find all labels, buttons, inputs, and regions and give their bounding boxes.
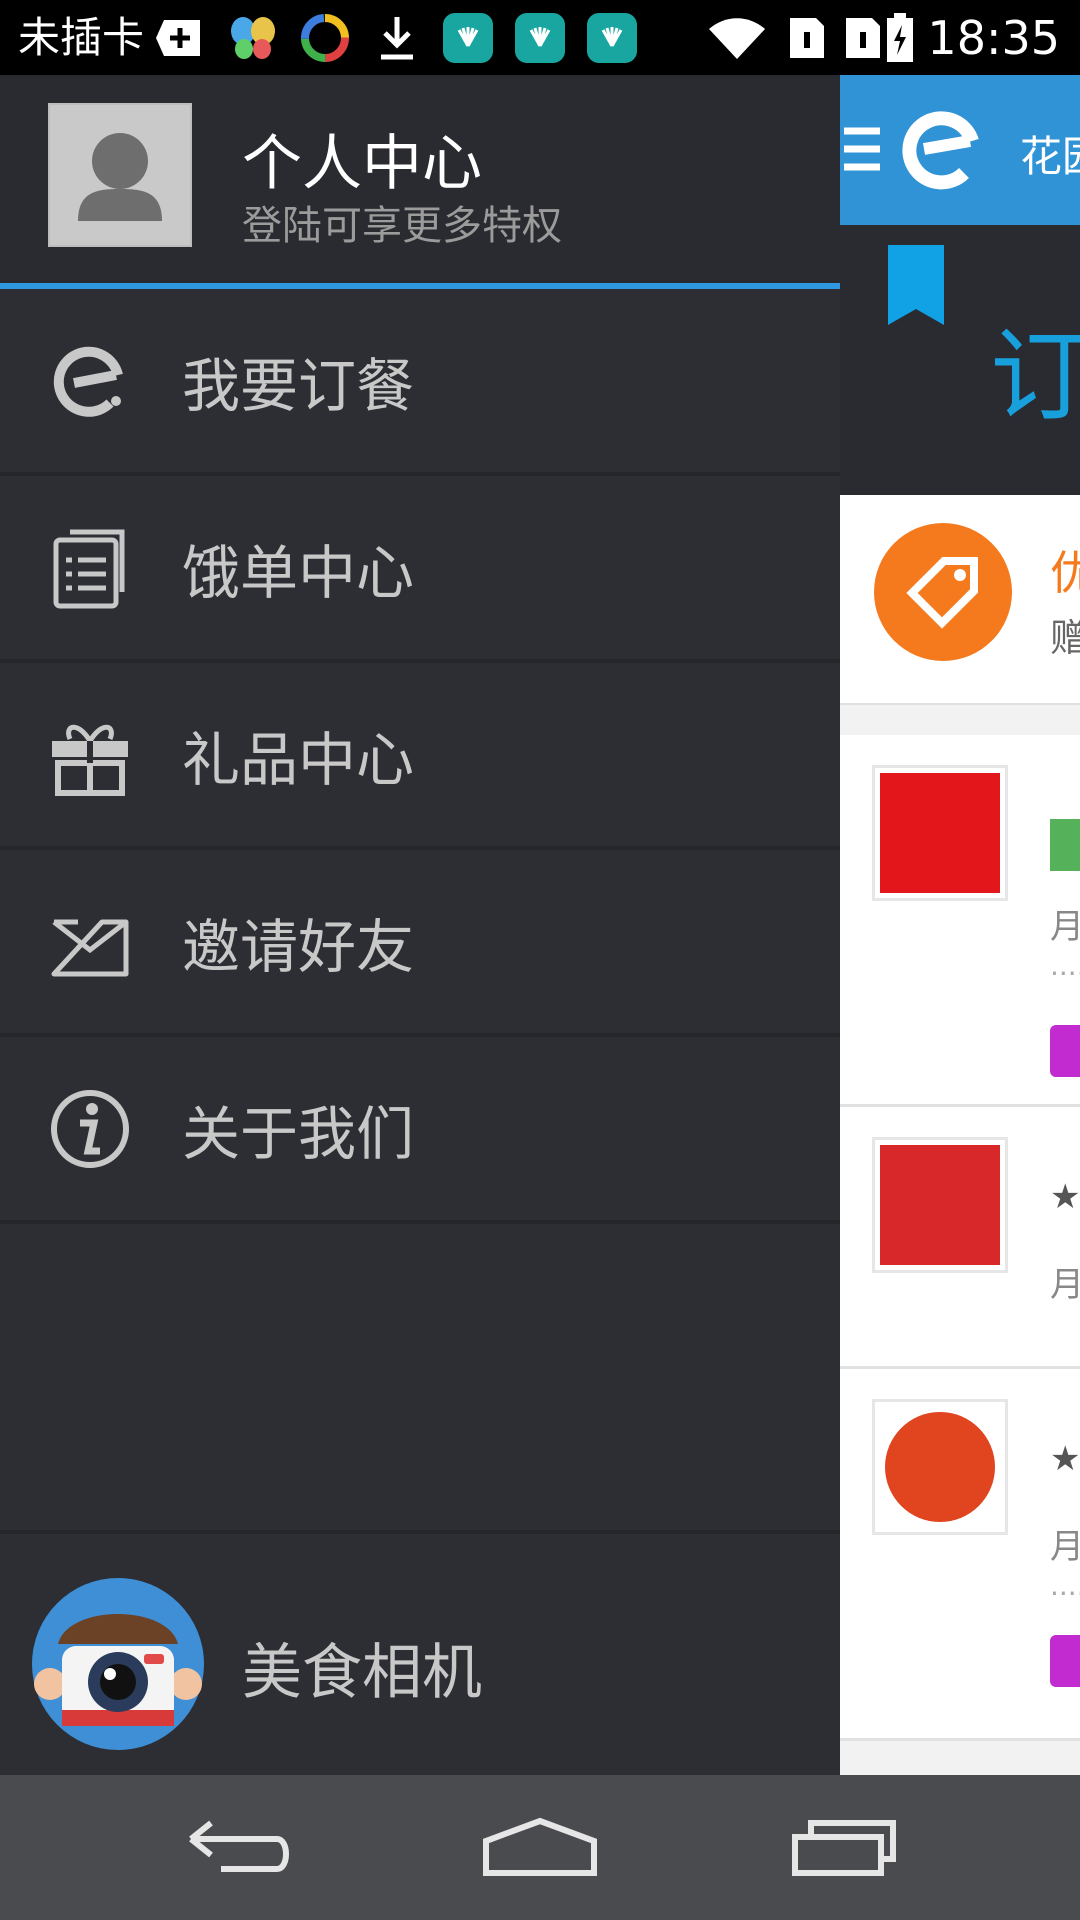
divider: .... [1050, 1569, 1080, 1602]
navigation-drawer: 个人中心 登陆可享更多特权 我要订餐 饿单中心 礼品中心 邀请好友 关于我们 美… [0, 75, 840, 1775]
discount-badge [1050, 1025, 1080, 1077]
star-icon: ★ [1050, 1177, 1080, 1217]
menu-item-label: 饿单中心 [182, 538, 415, 607]
drawer-menu: 我要订餐 饿单中心 礼品中心 邀请好友 关于我们 [0, 289, 840, 1224]
butterfly-app-icon [226, 12, 280, 64]
color-wheel-app-icon [298, 12, 352, 64]
user-icon [78, 133, 162, 221]
menu-item-order-center[interactable]: 饿单中心 [0, 476, 840, 663]
huawei-icon [513, 12, 567, 64]
menu-item-invite-friends[interactable]: 邀请好友 [0, 850, 840, 1037]
profile-header[interactable]: 个人中心 登陆可享更多特权 [0, 75, 840, 283]
food-camera-entry[interactable]: 美食相机 [0, 1530, 840, 1775]
eleme-logo-icon [53, 346, 123, 417]
divider: .... [1050, 949, 1080, 982]
menu-icon[interactable] [844, 125, 880, 173]
restaurant-logo [872, 1137, 1008, 1273]
carrier-label: 未插卡 [18, 13, 145, 62]
discount-badge [1050, 1635, 1080, 1687]
envelope-icon [51, 919, 129, 976]
monthly-sales-label: 月 [1050, 907, 1080, 947]
add-icon [152, 12, 206, 64]
menu-item-label: 礼品中心 [182, 725, 415, 794]
banner[interactable]: 订 [840, 225, 1080, 495]
restaurant-logo [872, 1399, 1008, 1535]
restaurant-card[interactable]: ★ 月 [840, 1107, 1080, 1369]
promo-title: 优 [1050, 546, 1080, 600]
menu-item-label: 我要订餐 [182, 351, 415, 420]
huawei-icon [585, 12, 639, 64]
info-icon [51, 1089, 129, 1168]
wifi-icon [705, 12, 769, 64]
profile-title: 个人中心 [242, 129, 482, 199]
star-icon: ★ [1050, 1439, 1080, 1479]
back-button[interactable] [180, 1807, 300, 1887]
download-icon [370, 12, 424, 64]
camera-icon [32, 1578, 204, 1750]
monthly-sales-label: 月 [1050, 1527, 1080, 1567]
huawei-icon [441, 12, 495, 64]
food-camera-label: 美食相机 [242, 1638, 482, 1708]
system-navigation-bar [0, 1775, 1080, 1920]
background-app[interactable]: 花园 订 优 赠 月 .... ★ 月 ★ 月 .... [840, 75, 1080, 1775]
gift-icon [52, 724, 128, 796]
document-icon [53, 529, 125, 608]
bookmark-icon [888, 245, 944, 325]
menu-item-gift-center[interactable]: 礼品中心 [0, 663, 840, 850]
back-icon [189, 1820, 289, 1872]
menu-item-label: 邀请好友 [182, 912, 415, 981]
menu-item-order-food[interactable]: 我要订餐 [0, 289, 840, 476]
menu-item-about-us[interactable]: 关于我们 [0, 1037, 840, 1224]
promo-subtitle: 赠 [1050, 616, 1080, 660]
sim-icon [780, 12, 834, 64]
menu-item-label: 关于我们 [182, 1099, 415, 1168]
profile-subtitle: 登陆可享更多特权 [242, 203, 562, 249]
recent-apps-button[interactable] [784, 1807, 904, 1887]
status-bar: 未插卡 18:35 [0, 0, 1080, 75]
background-app-header: 花园 [840, 75, 1080, 225]
background-app-title: 花园 [1020, 132, 1080, 181]
home-button[interactable] [480, 1807, 600, 1887]
eleme-logo-icon [902, 111, 979, 190]
recent-apps-icon [792, 1820, 896, 1876]
promo-row[interactable]: 优 赠 [840, 495, 1080, 705]
status-badge [1050, 819, 1080, 871]
tag-icon [874, 523, 1012, 661]
avatar[interactable] [48, 103, 192, 247]
restaurant-card[interactable]: 月 .... [840, 735, 1080, 1107]
restaurant-logo [872, 765, 1008, 901]
restaurant-card[interactable]: ★ 月 .... [840, 1369, 1080, 1741]
battery-icon [880, 12, 920, 64]
banner-text: 订 [990, 318, 1080, 435]
home-icon [483, 1817, 597, 1876]
monthly-sales-label: 月 [1050, 1265, 1080, 1305]
clock: 18:35 [927, 11, 1060, 65]
